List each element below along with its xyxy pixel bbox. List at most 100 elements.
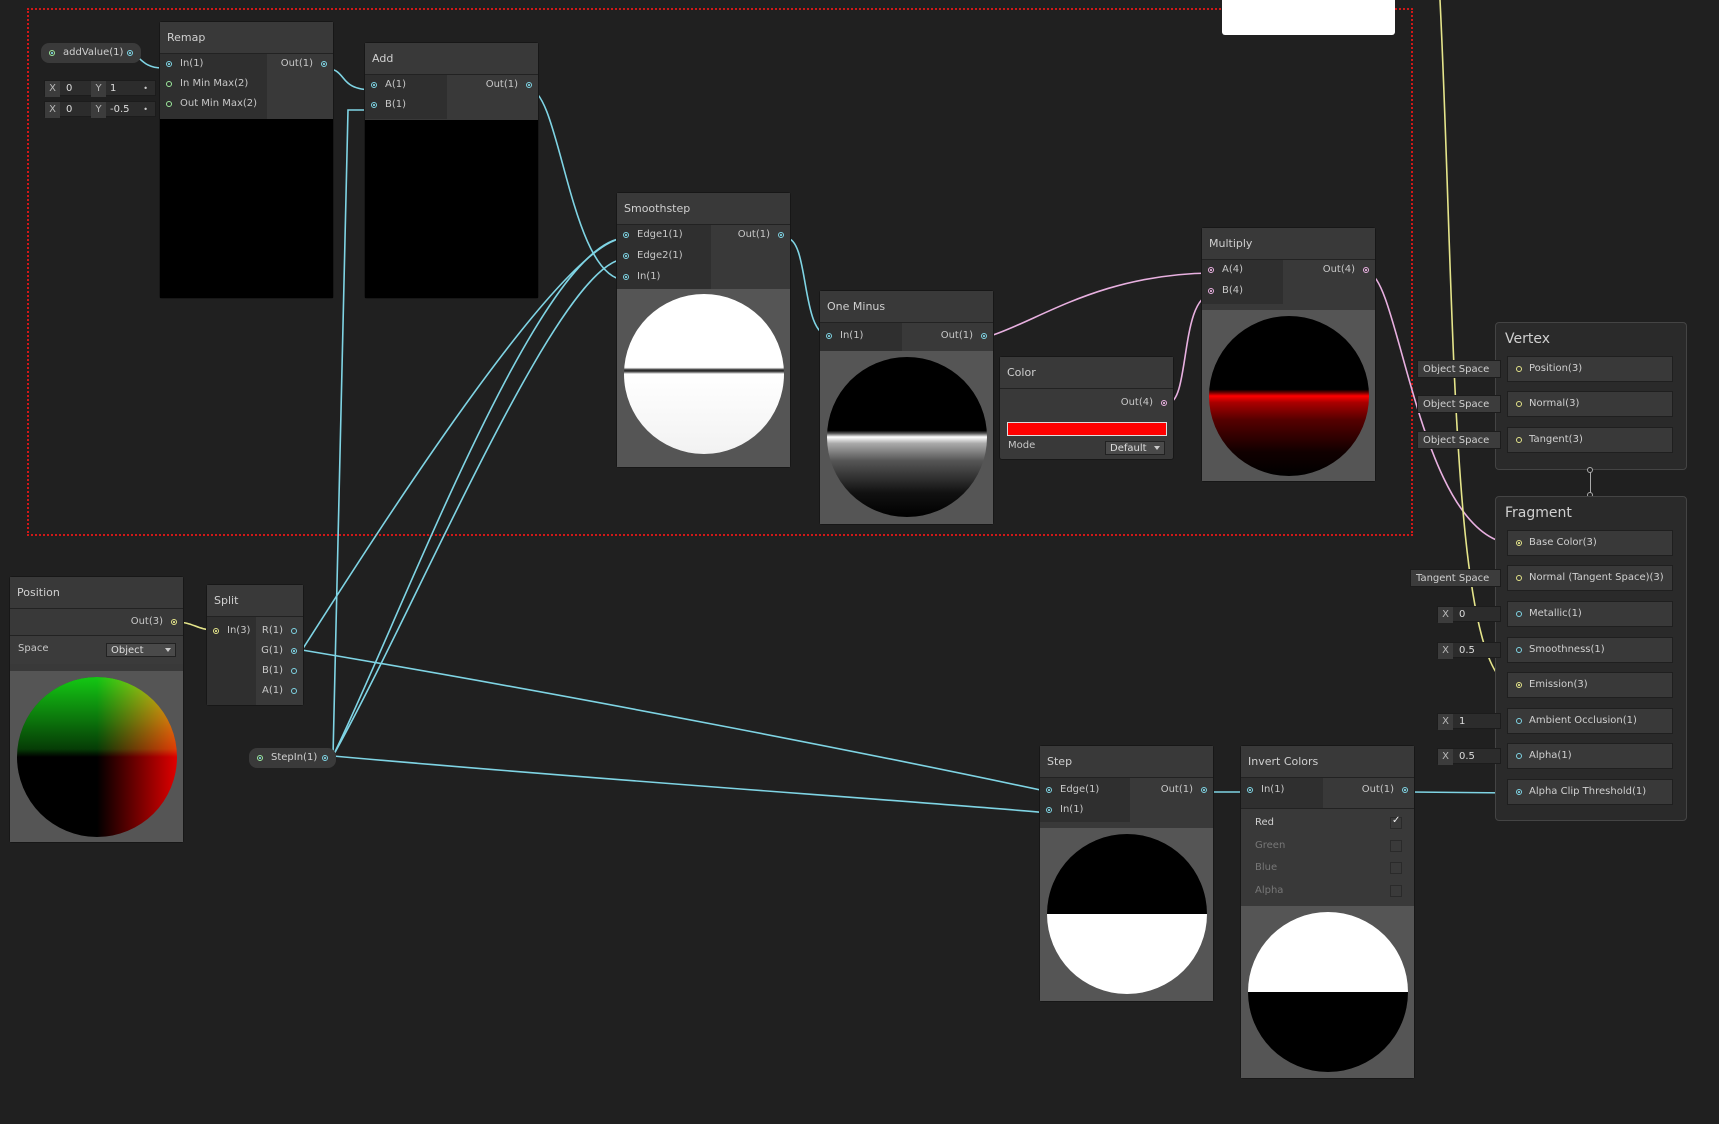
white-panel — [1222, 0, 1395, 35]
vertex-normal-slot[interactable]: Normal(3) — [1507, 391, 1673, 417]
vertex-position-slot[interactable]: Position(3) — [1507, 356, 1673, 382]
mode-label: Mode — [1008, 440, 1036, 451]
port-icon[interactable] — [1516, 401, 1522, 407]
invert-in-port[interactable]: In(1) — [1245, 780, 1284, 800]
mode-dropdown[interactable]: Default — [1105, 441, 1165, 455]
red-checkbox[interactable]: ✓ — [1390, 815, 1402, 829]
add-a-port[interactable]: A(1) — [369, 75, 406, 95]
split-b-port[interactable]: B(1) — [262, 661, 297, 681]
smoothstep-out-port[interactable]: Out(1) — [738, 225, 784, 245]
remap-inminmax-field[interactable]: X 0 Y 1 • — [44, 80, 156, 97]
multiply-a-port[interactable]: A(4) — [1206, 260, 1243, 280]
split-r-port[interactable]: R(1) — [262, 621, 297, 641]
port-icon[interactable] — [1516, 647, 1522, 653]
oneminus-in-port[interactable]: In(1) — [824, 326, 863, 346]
vertex-tangent-slot[interactable]: Tangent(3) — [1507, 427, 1673, 453]
blue-checkbox[interactable] — [1390, 862, 1402, 874]
addvalue-property[interactable]: addValue(1) — [41, 43, 141, 63]
color-node[interactable]: Color Out(4) Mode Default — [999, 356, 1174, 460]
multiply-b-port[interactable]: B(4) — [1206, 281, 1243, 301]
add-out-port[interactable]: Out(1) — [486, 75, 532, 95]
smoothness-value[interactable]: 0.5 — [1456, 643, 1475, 659]
step-preview — [1040, 828, 1213, 1001]
metallic-field[interactable]: X 0 — [1437, 606, 1501, 623]
alpha-value[interactable]: 0.5 — [1456, 749, 1475, 765]
port-icon[interactable] — [1516, 753, 1522, 759]
oneminus-out-port[interactable]: Out(1) — [941, 326, 987, 346]
multiply-node[interactable]: Multiply A(4) B(4) Out(4) — [1201, 227, 1376, 482]
position-node[interactable]: Position Out(3) Space Object — [9, 576, 184, 843]
inminmax-y-value[interactable]: 1 — [107, 81, 116, 97]
fragment-basecolor-slot[interactable]: Base Color(3) — [1507, 530, 1673, 556]
ao-value[interactable]: 1 — [1456, 714, 1465, 730]
connector-dot-icon: • — [143, 84, 148, 93]
fragment-smoothness-slot[interactable]: Smoothness(1) — [1507, 637, 1673, 663]
split-g-port[interactable]: G(1) — [261, 641, 297, 661]
remap-in-port[interactable]: In(1) — [164, 54, 264, 74]
fragment-emission-slot[interactable]: Emission(3) — [1507, 672, 1673, 698]
multiply-preview — [1202, 310, 1375, 481]
port-icon[interactable] — [1516, 718, 1522, 724]
color-swatch[interactable] — [1007, 422, 1167, 436]
fragment-normal-slot[interactable]: Normal (Tangent Space)(3) — [1507, 565, 1673, 591]
split-node[interactable]: Split In(3) R(1) G(1) B(1) A(1) — [206, 584, 304, 706]
port-icon[interactable] — [1516, 789, 1522, 795]
remap-preview — [160, 119, 333, 298]
green-label: Green — [1255, 840, 1286, 851]
add-node[interactable]: Add A(1) B(1) Out(1) — [364, 42, 539, 299]
multiply-out-port[interactable]: Out(4) — [1323, 260, 1369, 280]
smoothstep-node[interactable]: Smoothstep Edge1(1) Edge2(1) In(1) Out(1… — [616, 192, 791, 468]
alpha-checkbox[interactable] — [1390, 885, 1402, 897]
green-checkbox[interactable] — [1390, 840, 1402, 852]
add-b-port[interactable]: B(1) — [369, 95, 406, 115]
remap-node[interactable]: Remap In(1) In Min Max(2) Out Min Max(2)… — [159, 21, 334, 299]
space-dropdown[interactable]: Object — [106, 643, 176, 657]
step-out-port[interactable]: Out(1) — [1161, 780, 1207, 800]
inminmax-x-value[interactable]: 0 — [63, 81, 72, 97]
port-icon[interactable] — [1516, 611, 1522, 617]
smoothstep-edge2-port[interactable]: Edge2(1) — [621, 246, 683, 266]
split-in-port[interactable]: In(3) — [211, 621, 250, 641]
remap-out-port[interactable]: Out(1) — [281, 54, 327, 74]
stepin-property[interactable]: StepIn(1) — [249, 748, 336, 768]
vertex-normal-space-tag[interactable]: Object Space — [1417, 395, 1501, 413]
node-title: Invert Colors — [1241, 746, 1414, 778]
outminmax-y-value[interactable]: -0.5 — [107, 102, 130, 118]
invert-out-port[interactable]: Out(1) — [1362, 780, 1408, 800]
stepin-out-port[interactable] — [322, 755, 328, 761]
remap-inminmax-port[interactable]: In Min Max(2) — [164, 74, 264, 94]
metallic-value[interactable]: 0 — [1456, 607, 1465, 623]
invert-colors-node[interactable]: Invert Colors In(1) Out(1) Red ✓ Green B… — [1240, 745, 1415, 1079]
outminmax-x-value[interactable]: 0 — [63, 102, 72, 118]
split-a-port[interactable]: A(1) — [262, 681, 297, 701]
smoothness-field[interactable]: X 0.5 — [1437, 642, 1501, 659]
tangent-space-tag[interactable]: Tangent Space — [1410, 569, 1501, 587]
fragment-ao-slot[interactable]: Ambient Occlusion(1) — [1507, 708, 1673, 734]
port-icon[interactable] — [1516, 575, 1522, 581]
port-icon[interactable] — [1516, 540, 1522, 546]
stepin-label: StepIn(1) — [271, 752, 318, 763]
remap-outminmax-port[interactable]: Out Min Max(2) — [164, 94, 264, 114]
smoothstep-edge1-port[interactable]: Edge1(1) — [621, 225, 683, 245]
remap-outminmax-field[interactable]: X 0 Y -0.5 • — [44, 101, 156, 118]
alpha-field[interactable]: X 0.5 — [1437, 748, 1501, 765]
position-out-port[interactable]: Out(3) — [131, 612, 177, 632]
ao-field[interactable]: X 1 — [1437, 713, 1501, 730]
one-minus-node[interactable]: One Minus In(1) Out(1) — [819, 290, 994, 525]
fragment-metallic-slot[interactable]: Metallic(1) — [1507, 601, 1673, 627]
invert-preview — [1241, 906, 1414, 1078]
port-icon[interactable] — [1516, 682, 1522, 688]
port-icon[interactable] — [1516, 437, 1522, 443]
addvalue-out-port[interactable] — [127, 50, 133, 56]
step-node[interactable]: Step Edge(1) In(1) Out(1) — [1039, 745, 1214, 1002]
port-icon[interactable] — [1516, 366, 1522, 372]
fragment-alpha-slot[interactable]: Alpha(1) — [1507, 743, 1673, 769]
preview-sphere — [1248, 912, 1408, 1072]
step-edge-port[interactable]: Edge(1) — [1044, 780, 1099, 800]
color-out-port[interactable]: Out(4) — [1121, 393, 1167, 413]
vertex-tangent-space-tag[interactable]: Object Space — [1417, 431, 1501, 449]
vertex-position-space-tag[interactable]: Object Space — [1417, 360, 1501, 378]
smoothstep-in-port[interactable]: In(1) — [621, 267, 660, 287]
step-in-port[interactable]: In(1) — [1044, 800, 1083, 820]
fragment-alphaclip-slot[interactable]: Alpha Clip Threshold(1) — [1507, 779, 1673, 805]
